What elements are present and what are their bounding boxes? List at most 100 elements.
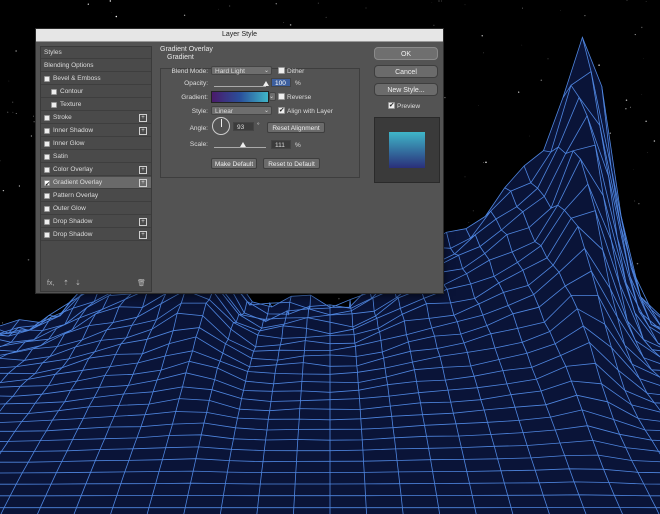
sidebar-checkbox[interactable] — [44, 179, 50, 191]
blend-mode-label: Blend Mode: — [171, 68, 209, 75]
sidebar-item-color-overlay[interactable]: Color Overlay + — [41, 164, 151, 176]
new-style-button[interactable]: New Style... — [374, 83, 438, 96]
sidebar-item-inner-glow[interactable]: Inner Glow — [41, 138, 151, 150]
angle-label: Angle: — [189, 125, 208, 132]
sidebar-item-label: Contour — [60, 88, 84, 95]
reverse-checkbox[interactable] — [278, 93, 285, 100]
align-with-layer-checkbox[interactable] — [278, 106, 285, 114]
sidebar-item-label: Drop Shadow — [53, 218, 93, 225]
star — [634, 34, 636, 36]
star — [30, 135, 33, 137]
sidebar-checkbox[interactable] — [44, 231, 50, 238]
opacity-slider-thumb[interactable] — [263, 81, 269, 86]
sidebar-item-label: Stroke — [53, 114, 72, 121]
sidebar-checkbox[interactable] — [51, 101, 57, 108]
sidebar-checkbox[interactable] — [44, 140, 50, 147]
sidebar-item-blending-options[interactable]: Blending Options — [41, 60, 151, 72]
star — [444, 96, 446, 99]
sidebar-checkbox[interactable] — [44, 127, 50, 134]
gradient-label: Gradient: — [181, 94, 208, 101]
opacity-unit: % — [295, 80, 301, 87]
star — [464, 176, 466, 178]
sidebar-item-satin[interactable]: Satin — [41, 151, 151, 163]
opacity-input[interactable]: 100 — [271, 78, 291, 87]
star — [15, 50, 17, 52]
make-default-button[interactable]: Make Default — [211, 158, 257, 169]
star — [625, 99, 628, 101]
sidebar-item-texture[interactable]: Texture — [41, 99, 151, 111]
sidebar-checkbox[interactable] — [44, 192, 50, 199]
reset-to-default-button[interactable]: Reset to Default — [263, 158, 320, 169]
angle-input[interactable]: 93 — [233, 122, 254, 131]
sidebar-item-bevel-emboss[interactable]: Bevel & Emboss — [41, 73, 151, 85]
star — [7, 111, 9, 113]
opacity-slider[interactable] — [214, 86, 266, 87]
plus-icon[interactable]: + — [139, 166, 147, 174]
star — [625, 108, 627, 110]
fx-icon[interactable]: fx, — [47, 280, 54, 287]
plus-icon[interactable]: + — [139, 231, 147, 239]
scale-slider[interactable] — [214, 147, 266, 148]
scale-input[interactable]: 111 — [271, 140, 291, 149]
sidebar-item-gradient-overlay[interactable]: Gradient Overlay + — [41, 177, 151, 191]
star — [433, 24, 435, 26]
scale-slider-thumb[interactable] — [239, 142, 246, 147]
arrow-down-icon[interactable]: ⇣ — [75, 279, 81, 287]
star — [283, 21, 285, 23]
sidebar-item-label: Styles — [44, 49, 62, 56]
styles-sidebar: Styles Blending Options Bevel & Emboss Cont… — [40, 46, 152, 292]
sidebar-checkbox[interactable] — [44, 218, 50, 225]
sidebar-item-inner-shadow[interactable]: Inner Shadow + — [41, 125, 151, 137]
plus-icon[interactable]: + — [139, 218, 147, 226]
sidebar-item-drop-shadow[interactable]: Drop Shadow + — [41, 229, 151, 241]
blend-mode-select[interactable]: Hard Light ⌄ — [211, 66, 272, 75]
star — [483, 52, 484, 54]
preview-checkbox[interactable] — [388, 101, 395, 109]
sidebar-checkbox[interactable] — [44, 205, 50, 212]
style-select[interactable]: Linear ⌄ — [211, 106, 272, 115]
star — [15, 112, 17, 115]
style-label: Style: — [191, 108, 208, 115]
star — [365, 7, 367, 9]
star — [643, 58, 644, 59]
reset-alignment-button[interactable]: Reset Alignment — [267, 122, 325, 133]
angle-dial[interactable] — [212, 117, 230, 135]
plus-icon[interactable]: + — [139, 179, 147, 187]
sidebar-item-stroke[interactable]: Stroke + — [41, 112, 151, 124]
star — [12, 111, 14, 113]
sidebar-checkbox[interactable] — [44, 166, 50, 173]
sidebar-item-label: Blending Options — [44, 62, 94, 69]
panel-title: Gradient Overlay — [160, 46, 213, 53]
style-value: Linear — [215, 108, 234, 115]
dither-checkbox[interactable] — [278, 67, 285, 74]
arrow-up-icon[interactable]: ⇡ — [63, 279, 69, 287]
sidebar-checkbox[interactable] — [44, 114, 50, 121]
sidebar-item-pattern-overlay[interactable]: Pattern Overlay — [41, 190, 151, 202]
sidebar-checkbox[interactable] — [44, 153, 50, 160]
plus-icon[interactable]: + — [139, 114, 147, 122]
sidebar-item-drop-shadow[interactable]: Drop Shadow + — [41, 216, 151, 228]
sidebar-item-styles[interactable]: Styles — [41, 47, 151, 59]
star — [33, 115, 35, 117]
star — [634, 200, 636, 202]
star — [645, 120, 647, 122]
layer-style-dialog: Layer Style Styles Blending Options Bevel … — [35, 28, 444, 294]
sidebar-item-label: Gradient Overlay — [53, 179, 103, 186]
sidebar-checkbox[interactable] — [51, 88, 57, 95]
sidebar-checkbox[interactable] — [44, 75, 50, 82]
plus-icon[interactable]: + — [139, 127, 147, 135]
trash-icon[interactable]: 🗑 — [137, 279, 146, 287]
gradient-dropdown[interactable]: ⌄ — [269, 92, 276, 101]
cancel-button[interactable]: Cancel — [374, 65, 438, 78]
star — [183, 14, 186, 16]
sidebar-item-outer-glow[interactable]: Outer Glow — [41, 203, 151, 215]
ok-button[interactable]: OK — [374, 47, 438, 60]
star — [609, 132, 611, 134]
star — [521, 44, 523, 46]
star — [481, 35, 483, 37]
gradient-picker[interactable] — [211, 91, 269, 103]
sidebar-item-label: Pattern Overlay — [53, 192, 99, 199]
star — [641, 93, 643, 95]
star — [441, 0, 442, 2]
sidebar-item-contour[interactable]: Contour — [41, 86, 151, 98]
